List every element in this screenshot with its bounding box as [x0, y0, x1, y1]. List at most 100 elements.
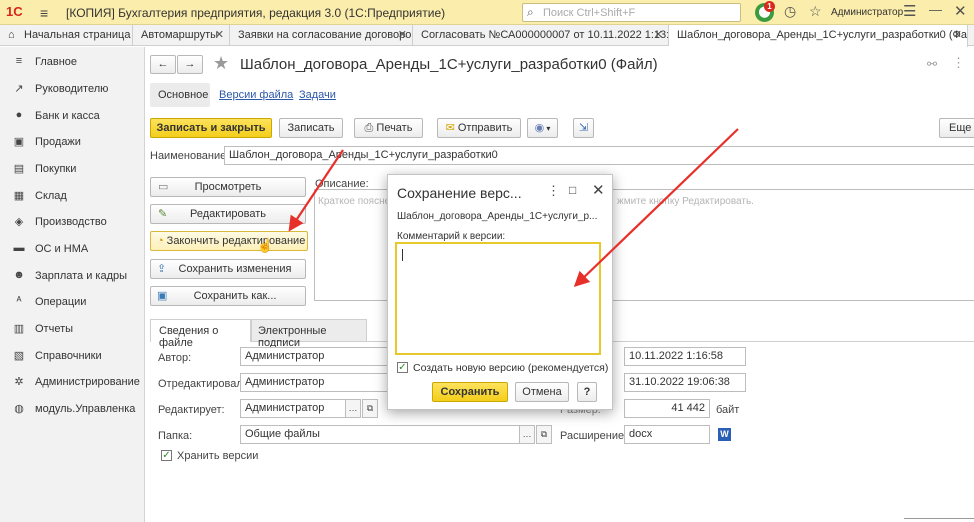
app-window: 1С ≡ [КОПИЯ] Бухгалтерия предприятия, ре…: [0, 0, 974, 522]
menu-icon[interactable]: ≡: [40, 5, 48, 21]
extension-field[interactable]: docx: [624, 425, 710, 444]
description-placeholder-right: жмите кнопку Редактировать.: [617, 196, 754, 207]
dialog-cancel-button[interactable]: Отмена: [515, 382, 569, 402]
sidebar-item-otchety[interactable]: ▥ Отчеты: [0, 316, 145, 342]
save-as-button[interactable]: ▣ Сохранить как...: [150, 286, 306, 306]
finish-editing-button[interactable]: ◔ Закончить редактирование: [150, 231, 308, 251]
attach-button[interactable]: ⇲: [573, 118, 594, 138]
sidebar-item-glavnoe[interactable]: ≡ Главное: [0, 49, 145, 75]
sidebar-item-proizvodstvo[interactable]: ◈ Производство: [0, 209, 145, 235]
search-input[interactable]: ⌕ Поиск Ctrl+Shift+F: [522, 3, 741, 22]
sidebar-item-label: Покупки: [35, 163, 77, 175]
close-tab-icon[interactable]: ✕: [654, 28, 663, 41]
sidebar-item-modul[interactable]: ◍ модуль.Управленка: [0, 396, 145, 422]
current-user[interactable]: Администратор: [831, 7, 903, 18]
people-icon: ☻: [13, 269, 25, 281]
more-vertical-icon[interactable]: ⋮: [952, 55, 965, 71]
sidebar-item-administrirovanie[interactable]: ✲ Администрирование: [0, 369, 145, 395]
sidebar-item-prodazhi[interactable]: ▣ Продажи: [0, 129, 145, 155]
close-tab-icon[interactable]: ✕: [398, 28, 407, 41]
edit-icon: ✎: [158, 208, 168, 220]
new-version-checkbox[interactable]: ✓: [397, 362, 408, 373]
folder-open-icon[interactable]: ⧉: [536, 425, 552, 444]
save-close-button[interactable]: Записать и закрыть: [150, 118, 272, 138]
subtab-versii[interactable]: Версии файла: [219, 89, 293, 101]
link-icon[interactable]: ⚯: [927, 57, 937, 71]
folder-select-button[interactable]: …: [519, 425, 535, 444]
reports-icon: ▥: [13, 323, 25, 335]
tab-zayavki[interactable]: Заявки на согласование договоров ✕: [230, 25, 413, 46]
name-field[interactable]: Шаблон_договора_Аренды_1С+услуги_разрабо…: [224, 146, 974, 165]
sidebar-item-zarplata[interactable]: ☻ Зарплата и кадры: [0, 263, 145, 289]
maximize-icon[interactable]: □: [569, 183, 576, 197]
finish-edit-icon: ◔: [157, 235, 164, 247]
favorite-star-icon[interactable]: ★: [213, 53, 229, 74]
print-button[interactable]: ⎙ Печать: [354, 118, 423, 138]
comment-textarea[interactable]: [395, 242, 601, 355]
created-date-field[interactable]: 10.11.2022 1:16:58: [624, 347, 746, 366]
send-button[interactable]: ✉ Отправить: [437, 118, 521, 138]
back-button[interactable]: ←: [150, 55, 176, 74]
modified-date-field[interactable]: 31.10.2022 19:06:38: [624, 373, 746, 392]
edit-button[interactable]: ✎ Редактировать: [150, 204, 306, 224]
edited-by-field[interactable]: Администратор: [240, 373, 388, 392]
factory-icon: ◈: [14, 216, 24, 228]
minimize-icon[interactable]: —: [929, 2, 942, 17]
keep-versions-checkbox[interactable]: ✓: [161, 450, 172, 461]
dialog-file-name: Шаблон_договора_Аренды_1С+услуги_р...: [397, 211, 598, 222]
save-changes-button[interactable]: ⇪ Сохранить изменения: [150, 259, 306, 279]
title-bar: 1С ≡ [КОПИЯ] Бухгалтерия предприятия, ре…: [0, 0, 974, 25]
sidebar-item-sklad[interactable]: ▦ Склад: [0, 183, 145, 209]
dialog-menu-icon[interactable]: ⋮: [547, 183, 560, 199]
save-button[interactable]: Записать: [279, 118, 343, 138]
search-placeholder: Поиск Ctrl+Shift+F: [543, 7, 636, 19]
dialog-close-icon[interactable]: ✕: [592, 181, 605, 199]
star-icon[interactable]: ☆: [809, 3, 822, 20]
subtab-zadachi[interactable]: Задачи: [299, 89, 336, 101]
gear-icon: ✲: [14, 376, 24, 388]
close-tab-icon[interactable]: ✕: [953, 28, 962, 41]
tab-shablon[interactable]: Шаблон_договора_Аренды_1С+услуги_разрабо…: [669, 25, 968, 47]
editing-field[interactable]: Администратор: [240, 399, 346, 418]
sales-icon: ▣: [13, 136, 25, 148]
open-icon[interactable]: ⧉: [362, 399, 378, 418]
edit-label: Редактировать: [190, 208, 266, 220]
new-version-label: Создать новую версию (рекомендуется): [413, 362, 609, 374]
save-changes-icon: ⇪: [157, 263, 167, 275]
dialog-save-button[interactable]: Сохранить: [432, 382, 508, 402]
select-button[interactable]: …: [345, 399, 361, 418]
tab-file-info[interactable]: Сведения о файле: [150, 319, 251, 349]
more-button[interactable]: Еще: [939, 118, 974, 138]
settings-icon[interactable]: ☰: [903, 2, 916, 20]
sidebar-item-label: ОС и НМА: [35, 243, 89, 255]
history-icon[interactable]: ◷: [784, 3, 796, 20]
sidebar-item-os-nma[interactable]: ▬ ОС и НМА: [0, 236, 145, 262]
close-icon[interactable]: ✕: [954, 2, 967, 20]
tab-signatures[interactable]: Электронные подписи: [251, 319, 367, 349]
dialog-help-button[interactable]: ?: [577, 382, 597, 402]
tab-label: Электронные подписи: [258, 325, 327, 349]
subtab-osnovnoe[interactable]: Основное: [150, 83, 210, 107]
text-cursor: [402, 249, 403, 261]
forward-button[interactable]: →: [177, 55, 203, 74]
cart-icon: ▤: [13, 163, 25, 175]
close-tab-icon[interactable]: ✕: [215, 28, 224, 41]
sidebar-item-pokupki[interactable]: ▤ Покупки: [0, 156, 145, 182]
sidebar-item-bank[interactable]: ● Банк и касса: [0, 103, 145, 129]
folder-field[interactable]: Общие файлы: [240, 425, 520, 444]
author-field[interactable]: Администратор: [240, 347, 388, 366]
size-unit: байт: [716, 404, 740, 416]
tab-label: Согласовать №СА000000007 от 10.11.2022 1…: [421, 29, 669, 41]
sidebar-item-operacii[interactable]: ᴬ Операции: [0, 289, 145, 315]
sidebar-item-spravochniki[interactable]: ▧ Справочники: [0, 343, 145, 369]
tab-home[interactable]: ⌂ Начальная страница: [0, 25, 133, 46]
sidebar-item-rukovoditelyu[interactable]: ↗ Руководителю: [0, 76, 145, 102]
extension-label: Расширение:: [560, 430, 628, 442]
sidebar-item-label: Руководителю: [35, 83, 109, 95]
tab-soglasovat[interactable]: Согласовать №СА000000007 от 10.11.2022 1…: [413, 25, 669, 46]
view-button[interactable]: ▭ Просмотреть: [150, 177, 306, 197]
options-dropdown-button[interactable]: ◉ ▾: [527, 118, 558, 138]
tab-automarshruty[interactable]: Автомаршруты ✕: [133, 25, 230, 46]
size-field[interactable]: 41 442: [624, 399, 710, 418]
sidebar-item-label: Главное: [35, 56, 78, 68]
